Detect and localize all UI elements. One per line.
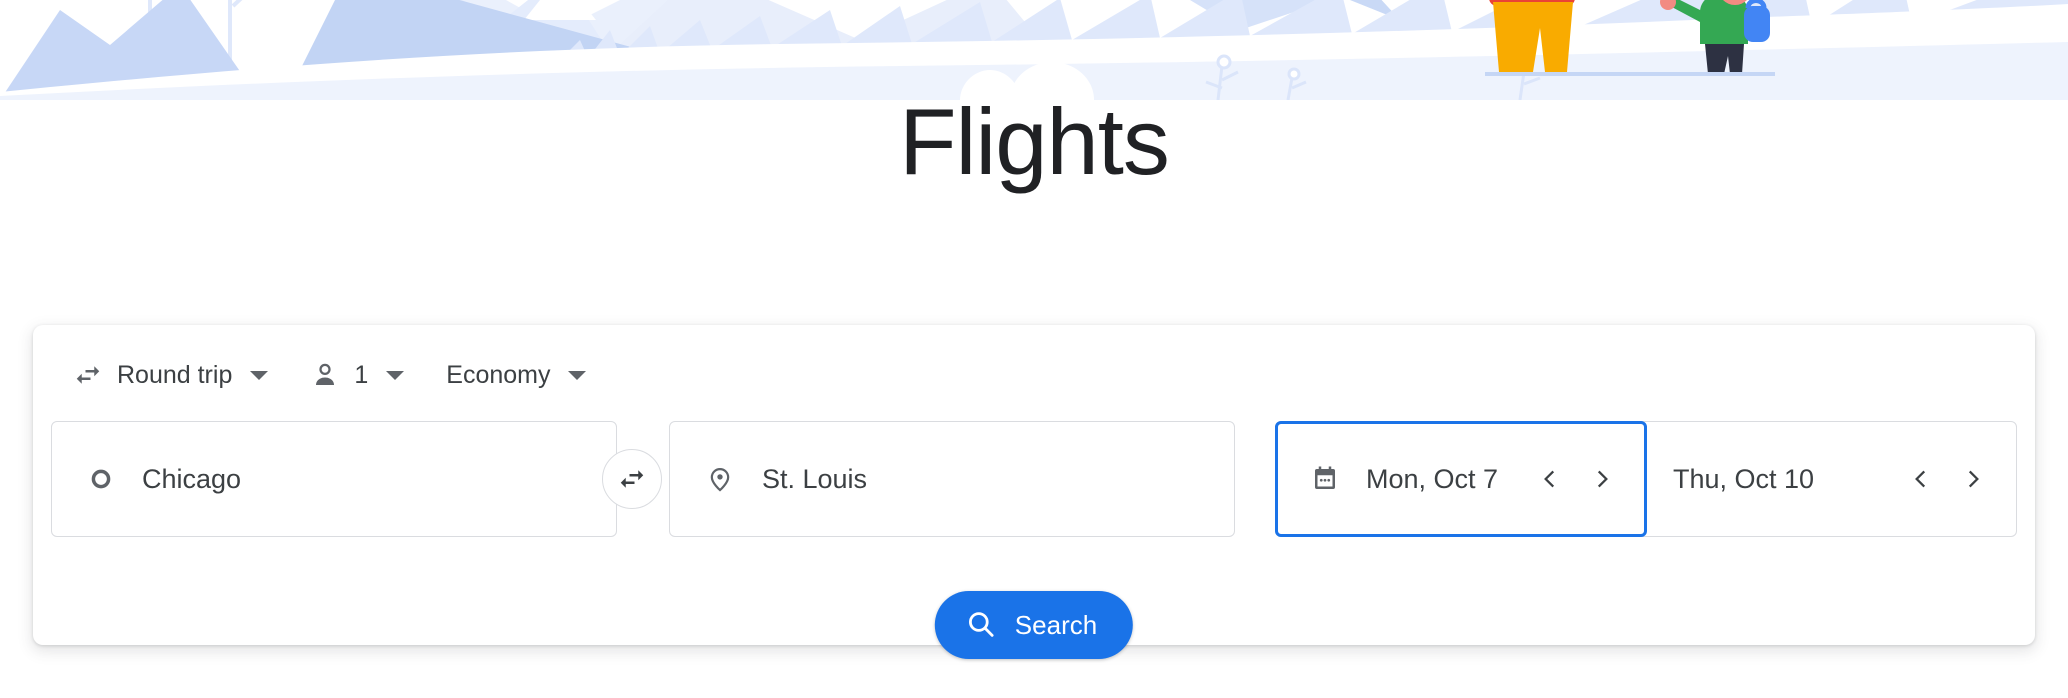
person-icon xyxy=(310,360,340,390)
destination-field[interactable]: St. Louis xyxy=(669,421,1235,537)
search-icon xyxy=(965,608,997,643)
search-options-row: Round trip 1 Economy xyxy=(63,347,596,403)
origin-value: Chicago xyxy=(142,463,242,494)
chevron-right-icon xyxy=(1968,470,1979,488)
swap-horiz-icon xyxy=(73,360,103,390)
chevron-right-icon xyxy=(1597,470,1608,488)
departure-next-day-button[interactable] xyxy=(1576,453,1628,505)
departure-date-nav xyxy=(1524,453,1644,505)
destination-value: St. Louis xyxy=(762,463,868,494)
return-date-value: Thu, Oct 10 xyxy=(1673,463,1815,494)
calendar-icon xyxy=(1310,464,1340,494)
return-date-field[interactable]: Thu, Oct 10 xyxy=(1647,422,2015,536)
google-flights-page: Flights Round trip 1 Economy Chicago St.… xyxy=(0,0,2068,698)
page-title: Flights xyxy=(899,89,1170,194)
origin-field[interactable]: Chicago xyxy=(51,421,617,537)
departure-date-field[interactable]: Mon, Oct 7 xyxy=(1275,421,1647,537)
chevron-left-icon xyxy=(1915,470,1926,488)
return-date-nav xyxy=(1895,453,2015,505)
cabin-class-label: Economy xyxy=(446,360,551,389)
return-next-day-button[interactable] xyxy=(1947,453,1999,505)
swap-button[interactable] xyxy=(602,449,662,509)
flight-search-card: Round trip 1 Economy Chicago St. Louis M… xyxy=(33,325,2035,659)
trip-type-label: Round trip xyxy=(117,360,233,389)
search-button[interactable]: Search xyxy=(934,591,1134,659)
swap-arrows-icon xyxy=(620,470,644,488)
search-fields-row: Chicago St. Louis Mon, Oct 7 Thu, Oct 10 xyxy=(51,421,2017,537)
chevron-down-icon xyxy=(568,370,587,380)
passenger-count-label: 1 xyxy=(354,360,369,389)
trip-type-selector[interactable]: Round trip xyxy=(63,351,278,399)
return-prev-day-button[interactable] xyxy=(1895,453,1947,505)
chevron-left-icon xyxy=(1544,470,1555,488)
search-button-label: Search xyxy=(1014,609,1098,640)
departure-prev-day-button[interactable] xyxy=(1524,453,1576,505)
location-pin-icon xyxy=(706,465,734,493)
cabin-class-selector[interactable]: Economy xyxy=(436,351,596,399)
departure-date-value: Mon, Oct 7 xyxy=(1366,463,1499,494)
passenger-selector[interactable]: 1 xyxy=(300,351,414,399)
circle-outline-icon xyxy=(88,466,114,492)
origin-destination-group: Chicago St. Louis xyxy=(51,421,1251,537)
chevron-down-icon xyxy=(250,370,269,380)
chevron-down-icon xyxy=(386,370,405,380)
date-range-group: Mon, Oct 7 Thu, Oct 10 xyxy=(1275,421,2017,537)
